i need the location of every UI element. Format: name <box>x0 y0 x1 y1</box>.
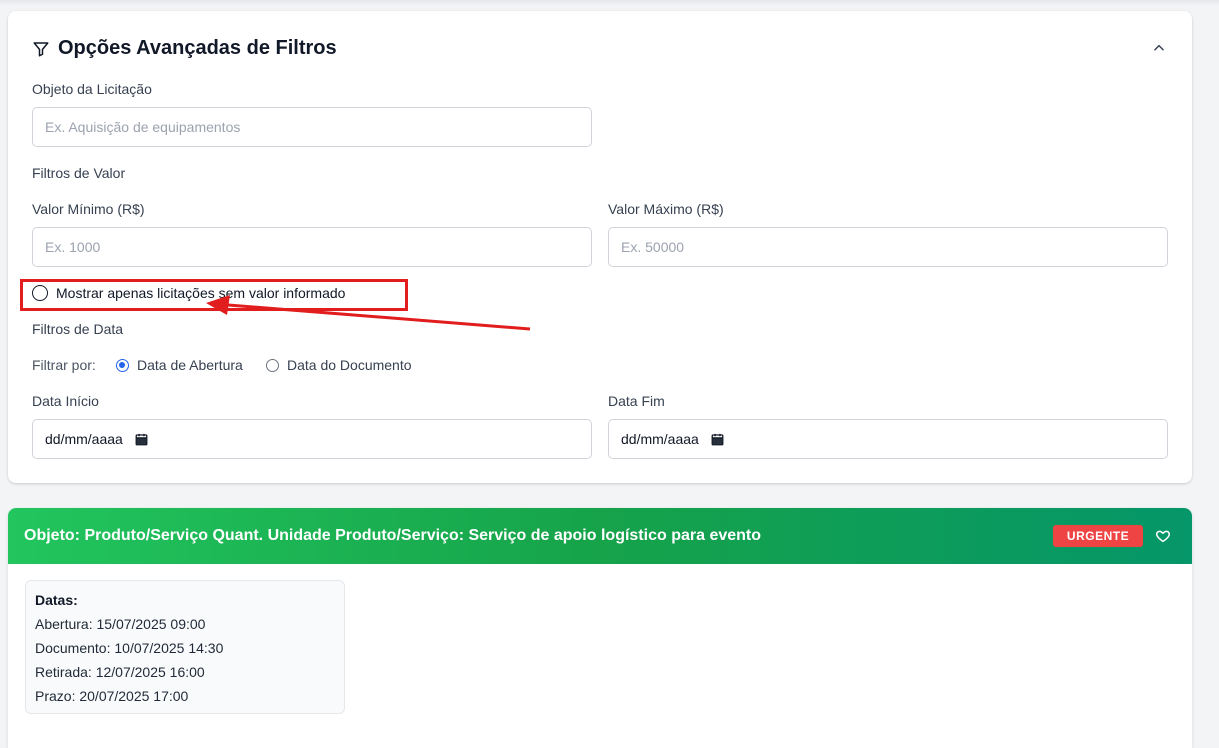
date-retirada: Retirada: 12/07/2025 16:00 <box>35 664 205 680</box>
filter-icon <box>33 41 49 56</box>
data-fim-label: Data Fim <box>608 393 665 409</box>
valor-section-label: Filtros de Valor <box>32 165 126 181</box>
valor-min-input[interactable] <box>32 227 592 267</box>
filters-header: Opções Avançadas de Filtros <box>32 37 337 60</box>
radio-data-documento[interactable] <box>266 359 279 372</box>
date-abertura: Abertura: 15/07/2025 09:00 <box>35 616 206 632</box>
calendar-icon[interactable] <box>135 433 148 446</box>
date-prazo: Prazo: 20/07/2025 17:00 <box>35 688 189 704</box>
dates-title: Datas: <box>35 592 78 608</box>
top-strip <box>0 0 1219 6</box>
filtrar-por-label: Filtrar por: <box>32 357 96 373</box>
objeto-input[interactable] <box>32 107 592 147</box>
result-card: Objeto: Produto/Serviço Quant. Unidade P… <box>8 508 1192 748</box>
valor-max-input[interactable] <box>608 227 1168 267</box>
result-header[interactable]: Objeto: Produto/Serviço Quant. Unidade P… <box>8 508 1192 564</box>
date-documento: Documento: 10/07/2025 14:30 <box>35 640 224 656</box>
radio-data-abertura[interactable] <box>116 359 129 372</box>
result-title[interactable]: Objeto: Produto/Serviço Quant. Unidade P… <box>24 527 761 545</box>
radio-data-documento-label[interactable]: Data do Documento <box>287 357 412 373</box>
urgent-badge: URGENTE <box>1053 525 1143 547</box>
valor-min-label: Valor Mínimo (R$) <box>32 201 145 217</box>
objeto-label: Objeto da Licitação <box>32 81 152 97</box>
data-section-label: Filtros de Data <box>32 321 124 337</box>
radio-data-abertura-label[interactable]: Data de Abertura <box>137 357 243 373</box>
data-inicio-value: dd/mm/aaaa <box>45 431 123 447</box>
advanced-filters-card: Opções Avançadas de Filtros Objeto da Li… <box>8 11 1192 483</box>
heart-icon[interactable] <box>1155 528 1171 544</box>
data-fim-value: dd/mm/aaaa <box>621 431 699 447</box>
valor-max-label: Valor Máximo (R$) <box>608 201 724 217</box>
filters-title: Opções Avançadas de Filtros <box>58 37 337 59</box>
chevron-up-icon[interactable] <box>1152 41 1166 55</box>
data-inicio-input[interactable]: dd/mm/aaaa <box>32 419 592 459</box>
annotation-highlight-box <box>20 279 408 311</box>
data-inicio-label: Data Início <box>32 393 99 409</box>
dates-box: Datas: Abertura: 15/07/2025 09:00 Docume… <box>25 580 345 714</box>
calendar-icon[interactable] <box>711 433 724 446</box>
data-fim-input[interactable]: dd/mm/aaaa <box>608 419 1168 459</box>
